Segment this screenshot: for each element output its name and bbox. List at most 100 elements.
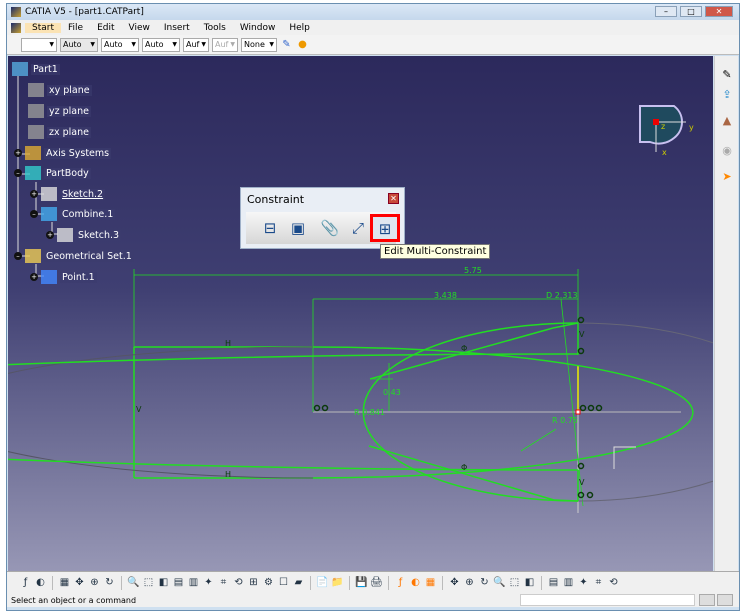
left-construction-arc[interactable] — [8, 346, 314, 479]
sketcher-icon[interactable]: ✎ — [720, 68, 734, 82]
status-button-2[interactable] — [717, 594, 733, 606]
auto-constraint-icon[interactable]: ▦ — [424, 576, 437, 589]
products-icon[interactable]: 🔍 — [493, 576, 506, 589]
hide-show-icon[interactable]: ⊕ — [88, 576, 101, 589]
graphic-properties-toolbar: ▼ Auto ▼ Auto ▼ Auto ▼ Auf ▼ Auf ▼ None ▼ ✎ ● — [7, 35, 739, 55]
3d-viewport[interactable]: Part1 xy plane yz plane zx plane + Axis Syste… — [8, 56, 713, 571]
knowledge-icon[interactable]: ◐ — [34, 576, 47, 589]
constraints-defined-in-dialog-button[interactable]: ⊟ — [258, 216, 282, 240]
swap-icon[interactable]: ↻ — [103, 576, 116, 589]
dim-center-label: 3.438 — [434, 291, 457, 300]
formula-icon[interactable]: ƒ — [19, 576, 32, 589]
compass[interactable]: z y x — [634, 100, 713, 173]
constraint-toolbar-close-button[interactable]: ✕ — [388, 193, 399, 204]
coincidence-constraint[interactable] — [321, 404, 329, 412]
coincidence-constraint[interactable] — [579, 404, 587, 412]
pad-icon[interactable]: ▲ — [720, 114, 734, 128]
hole-icon[interactable]: ◉ — [720, 144, 734, 158]
zoom-in-icon[interactable]: ▥ — [187, 576, 200, 589]
parts-icon[interactable]: ↻ — [478, 576, 491, 589]
color-combo[interactable]: ▼ — [21, 37, 57, 52]
properties-painter-icon[interactable]: ● — [296, 38, 309, 51]
parameters-icon[interactable]: ▦ — [58, 576, 71, 589]
multi-section-icon[interactable]: ✥ — [73, 576, 86, 589]
snap-icon[interactable]: 📁 — [331, 576, 344, 589]
constraint-button[interactable]: ▣ — [286, 216, 310, 240]
coincidence-constraint[interactable] — [595, 404, 603, 412]
catia-logo-icon[interactable]: ⟲ — [607, 576, 620, 589]
radius-leader[interactable] — [520, 428, 557, 452]
fix-together-button[interactable]: ⤢ — [346, 216, 370, 240]
edit-multi-constraint-button[interactable]: ⊞ — [370, 214, 400, 242]
dim-offset-label: 0.43 — [383, 388, 401, 397]
coincidence-constraint[interactable] — [587, 404, 595, 412]
zoom-out-icon[interactable]: ✦ — [202, 576, 215, 589]
toolbar-separator — [52, 575, 53, 590]
title-bar: CATIA V5 - [part1.CATPart] – □ ✕ — [7, 4, 739, 20]
grid-icon[interactable]: 📄 — [316, 576, 329, 589]
normal-view-icon[interactable]: ⌗ — [217, 576, 230, 589]
rendering-style-combo[interactable]: Auf ▼ — [212, 37, 238, 52]
dim-radius-right-label: R 0.75 — [552, 416, 578, 425]
line-type-combo[interactable]: Auto ▼ — [142, 37, 180, 52]
print-icon[interactable]: ⌗ — [592, 576, 605, 589]
analysis-icon[interactable]: 💾 — [355, 576, 368, 589]
compass-z-label: z — [661, 122, 665, 131]
render-analysis-icon[interactable]: 🖨 — [370, 576, 383, 589]
compass-y-label: y — [689, 123, 694, 132]
catalog-icon[interactable]: ⊕ — [463, 576, 476, 589]
transparency-combo[interactable]: Auto ▼ — [60, 37, 98, 52]
render-style-icon[interactable]: ⚙ — [262, 576, 275, 589]
menu-view[interactable]: View — [122, 23, 157, 33]
rotate-icon[interactable]: ▤ — [172, 576, 185, 589]
minimize-button[interactable]: – — [655, 6, 677, 17]
coincidence-constraint[interactable] — [577, 462, 585, 470]
fly-icon[interactable]: 🔍 — [127, 576, 140, 589]
exit-workbench-icon[interactable]: ⇪ — [720, 88, 734, 102]
menu-help[interactable]: Help — [282, 23, 317, 33]
right-toolbar: ✎ ⇪ ▲ ◉ ➤ — [714, 56, 738, 571]
coincidence-constraint[interactable] — [586, 491, 594, 499]
menu-tools[interactable]: Tools — [197, 23, 233, 33]
quick-view-icon[interactable]: ⟲ — [232, 576, 245, 589]
fit-all-icon[interactable]: ⬚ — [142, 576, 155, 589]
point-type-combo[interactable]: Auf ▼ — [183, 37, 209, 52]
coincidence-constraint[interactable] — [577, 491, 585, 499]
drafting-icon[interactable]: ◧ — [523, 576, 536, 589]
catia-app-icon — [11, 7, 21, 17]
document-icon[interactable] — [11, 22, 21, 33]
command-input[interactable] — [520, 594, 695, 606]
close-button[interactable]: ✕ — [705, 6, 733, 17]
menu-insert[interactable]: Insert — [157, 23, 197, 33]
swap-space-icon[interactable]: ▰ — [292, 576, 305, 589]
v-constraint: V — [579, 330, 585, 339]
construction-icon[interactable]: ◐ — [409, 576, 422, 589]
coincidence-constraint[interactable] — [313, 404, 321, 412]
new-icon[interactable]: ▤ — [547, 576, 560, 589]
menu-start[interactable]: Start — [25, 22, 61, 33]
lower-tangent-line[interactable] — [368, 445, 555, 501]
sketch-tools-icon[interactable]: ƒ — [394, 576, 407, 589]
line-thickness-combo[interactable]: Auto ▼ — [101, 37, 139, 52]
painter-icon[interactable]: ✎ — [280, 38, 293, 51]
view-mode-icon[interactable]: ⊞ — [247, 576, 260, 589]
menu-window[interactable]: Window — [233, 23, 283, 33]
coincidence-constraint[interactable] — [577, 347, 585, 355]
hide-show-icon[interactable]: ☐ — [277, 576, 290, 589]
select-icon[interactable]: ➤ — [720, 170, 734, 184]
measure-icon[interactable]: ✥ — [448, 576, 461, 589]
lower-link[interactable] — [553, 499, 579, 502]
save-icon[interactable]: ✦ — [577, 576, 590, 589]
status-button-1[interactable] — [699, 594, 715, 606]
menu-edit[interactable]: Edit — [90, 23, 121, 33]
menu-file[interactable]: File — [61, 23, 90, 33]
contact-constraint-button[interactable]: 📎 — [318, 216, 342, 240]
mechanics-icon[interactable]: ⬚ — [508, 576, 521, 589]
sketch-origin[interactable] — [575, 409, 581, 415]
open-icon[interactable]: ▥ — [562, 576, 575, 589]
pan-icon[interactable]: ◧ — [157, 576, 170, 589]
maximize-button[interactable]: □ — [680, 6, 702, 17]
layer-combo[interactable]: None ▼ — [241, 37, 277, 52]
coincidence-constraint[interactable] — [577, 316, 585, 324]
v-constraint: V — [136, 405, 142, 414]
